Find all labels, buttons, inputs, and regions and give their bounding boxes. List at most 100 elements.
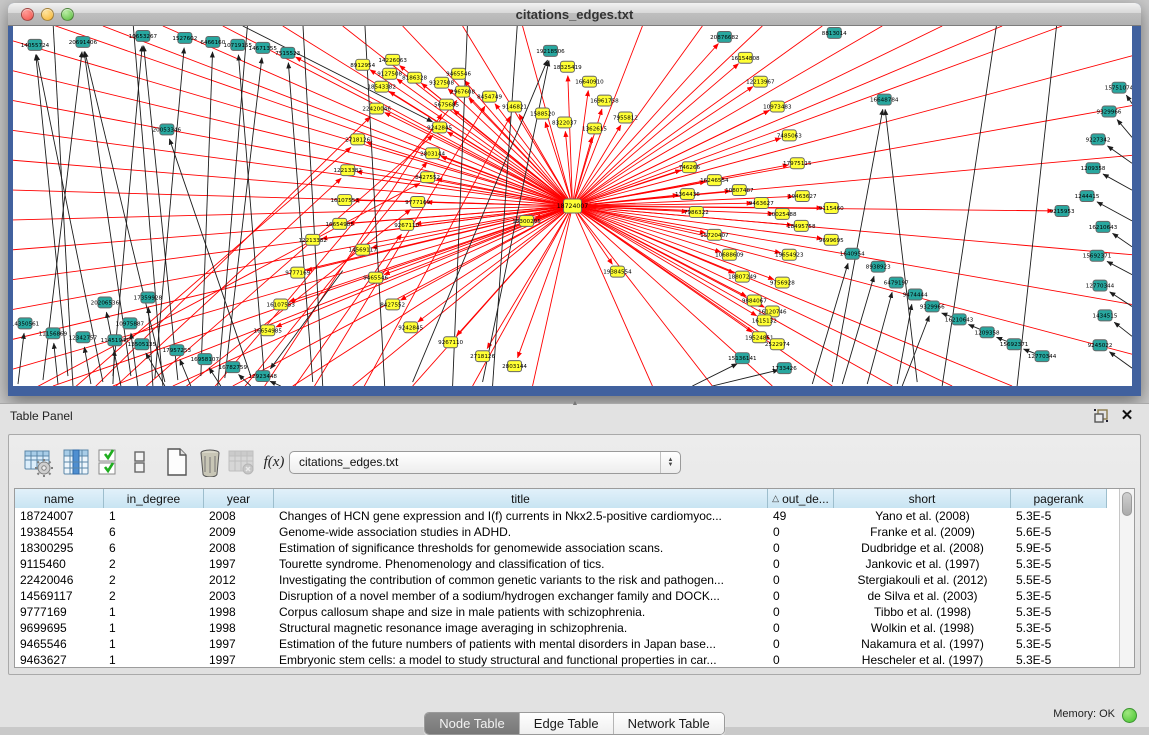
table-row[interactable]: 1830029562008Estimation of significance … xyxy=(15,540,1107,556)
column-header-short[interactable]: short xyxy=(834,489,1011,508)
table-select-value: citations_edges.txt xyxy=(299,455,398,469)
graph-node-label: 16210643 xyxy=(945,317,974,323)
table-cell: 1 xyxy=(104,620,204,636)
table-cell: 9463627 xyxy=(15,652,104,668)
column-header-title[interactable]: title xyxy=(274,489,768,508)
table-cell: 1 xyxy=(104,636,204,652)
graph-edge xyxy=(113,206,573,386)
memory-status-indicator[interactable] xyxy=(1122,708,1137,723)
scrollbar-thumb[interactable] xyxy=(1122,492,1132,516)
column-header-pagerank[interactable]: pagerank xyxy=(1011,489,1107,508)
table-cell: 0 xyxy=(768,636,834,652)
table-browser: f(x) citations_edges.txt ▲▼ namein_degre… xyxy=(8,434,1141,675)
column-header-year[interactable]: year xyxy=(204,489,274,508)
table-cell: 0 xyxy=(768,540,834,556)
table-row[interactable]: 977716911998Corpus callosum shape and si… xyxy=(15,604,1107,620)
graph-edge xyxy=(218,26,248,386)
graph-node-label: 1244415 xyxy=(1075,194,1100,200)
graph-node-label: 14671355 xyxy=(249,46,278,52)
graph-edge xyxy=(1113,233,1132,246)
new-table-icon[interactable] xyxy=(161,447,191,477)
table-row[interactable]: 1456911722003Disruption of a novel membe… xyxy=(15,588,1107,604)
citation-network-graph[interactable]: 8912954142260639127508185433828186328932… xyxy=(13,26,1132,386)
table-cell: 2008 xyxy=(204,540,274,556)
table-cell: 1998 xyxy=(204,604,274,620)
graph-node-label: 14226063 xyxy=(378,58,407,64)
graph-node-label: 9146821 xyxy=(502,105,527,111)
select-all-icon[interactable] xyxy=(97,447,121,477)
graph-edge xyxy=(712,370,778,386)
column-header-name[interactable]: name xyxy=(15,489,104,508)
graph-node-label: 18807249 xyxy=(728,275,757,281)
table-row[interactable]: 946362711997Embryonic stem cells: a mode… xyxy=(15,652,1107,668)
graph-node-label: 9242845 xyxy=(427,125,452,131)
graph-node-label: 11451947 xyxy=(101,338,130,344)
table-cell: 0 xyxy=(768,572,834,588)
graph-edge xyxy=(1103,174,1132,190)
table-header-row: namein_degree year title △out_de...shortpag… xyxy=(15,489,1107,508)
graph-node-label: 12770344 xyxy=(1086,284,1115,290)
table-panel-titlebar: Table Panel ✕ xyxy=(0,404,1149,428)
network-view-canvas[interactable]: 8912954142260639127508185433828186328932… xyxy=(13,26,1132,386)
table-cell: 19384554 xyxy=(15,524,104,540)
delete-trash-icon[interactable] xyxy=(195,447,225,477)
graph-node-label: 11156869 xyxy=(39,331,68,337)
graph-edge xyxy=(573,26,823,206)
column-visibility-icon[interactable] xyxy=(61,447,91,477)
table-settings-icon[interactable] xyxy=(23,447,53,477)
table-row[interactable]: 1938455462009Genome-wide association stu… xyxy=(15,524,1107,540)
table-cell: 2003 xyxy=(204,588,274,604)
graph-node-label: 1362615 xyxy=(582,126,607,132)
graph-node-label: 7485063 xyxy=(777,133,802,139)
float-panel-icon[interactable] xyxy=(1093,408,1109,424)
graph-edge xyxy=(1108,146,1132,163)
table-cell: Structural magnetic resonance image aver… xyxy=(274,620,768,636)
table-cell: 5.3E-5 xyxy=(1011,652,1107,668)
graph-node-label: 15751074 xyxy=(1105,86,1132,92)
graph-node-label: 9127508 xyxy=(377,72,402,78)
column-header-out_de[interactable]: △out_de... xyxy=(768,489,834,508)
table-cell: Stergiakouli et al. (2012) xyxy=(834,572,1011,588)
table-cell: Tourette syndrome. Phenomenology and cla… xyxy=(274,556,768,572)
deselect-rows-icon[interactable] xyxy=(131,447,149,477)
graph-node-label: 1364436 xyxy=(675,192,700,198)
graph-edge xyxy=(573,206,1133,354)
table-row[interactable]: 911546021997Tourette syndrome. Phenomeno… xyxy=(15,556,1107,572)
graph-node-label: 9267110 xyxy=(394,223,419,229)
graph-node-label: 20876682 xyxy=(710,35,738,41)
graph-node-label: 22420046 xyxy=(362,107,391,113)
graph-edge xyxy=(293,234,402,386)
table-cell: Tibbo et al. (1998) xyxy=(834,604,1011,620)
memory-status-label: Memory: OK xyxy=(1053,708,1115,720)
table-row[interactable]: 1872400712008Changes of HCN gene express… xyxy=(15,508,1107,524)
function-builder-icon[interactable]: f(x) xyxy=(257,447,291,477)
graph-node-label: 19463627 xyxy=(788,194,817,200)
graph-edge xyxy=(533,206,573,386)
close-panel-icon[interactable]: ✕ xyxy=(1119,406,1135,424)
table-panel: ▲ Table Panel ✕ xyxy=(0,403,1149,727)
graph-node-label: 9699695 xyxy=(819,238,844,244)
graph-edge xyxy=(842,276,874,384)
graph-node-label: 9329966 xyxy=(1097,110,1122,116)
table-cell: 18300295 xyxy=(15,540,104,556)
graph-edge xyxy=(13,206,573,369)
table-select-dropdown[interactable]: citations_edges.txt ▲▼ xyxy=(289,451,681,474)
graph-node-label: 9245022 xyxy=(1088,343,1113,349)
column-header-label: year xyxy=(227,492,250,506)
window-titlebar[interactable]: citations_edges.txt xyxy=(8,3,1141,26)
column-header-in_degree[interactable]: in_degree xyxy=(104,489,204,508)
table-vertical-scrollbar[interactable] xyxy=(1119,489,1134,667)
graph-node-label: 15692371 xyxy=(1000,342,1029,348)
table-row[interactable]: 2242004622012Investigating the contribut… xyxy=(15,572,1107,588)
column-header-label: title xyxy=(511,492,530,506)
table-cell: 0 xyxy=(768,588,834,604)
graph-node-label: 9329966 xyxy=(920,304,945,310)
graph-node-label: 16640910 xyxy=(575,80,604,86)
graph-node-label: 12770344 xyxy=(1028,354,1057,360)
graph-node-label: 5675685 xyxy=(434,103,459,109)
graph-node-label: 9215953 xyxy=(1050,209,1075,215)
graph-node-label: 16958107 xyxy=(191,357,220,363)
graph-node-label: 8912954 xyxy=(350,63,375,69)
table-row[interactable]: 969969511998Structural magnetic resonanc… xyxy=(15,620,1107,636)
table-row[interactable]: 946554611997Estimation of the future num… xyxy=(15,636,1107,652)
